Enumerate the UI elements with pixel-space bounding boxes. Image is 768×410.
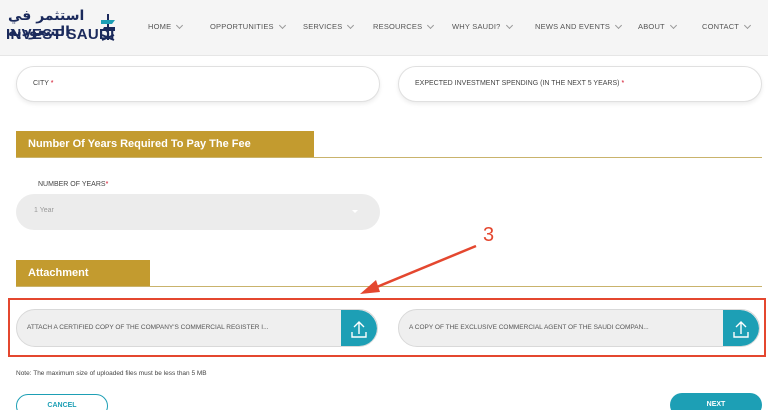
annotation-arrow-icon bbox=[360, 244, 477, 294]
next-button[interactable]: NEXT bbox=[670, 393, 762, 410]
upload-size-note: Note: The maximum size of uploaded files… bbox=[16, 370, 207, 377]
annotation-step-number: 3 bbox=[483, 224, 495, 246]
cancel-button[interactable]: CANCEL bbox=[16, 394, 108, 410]
